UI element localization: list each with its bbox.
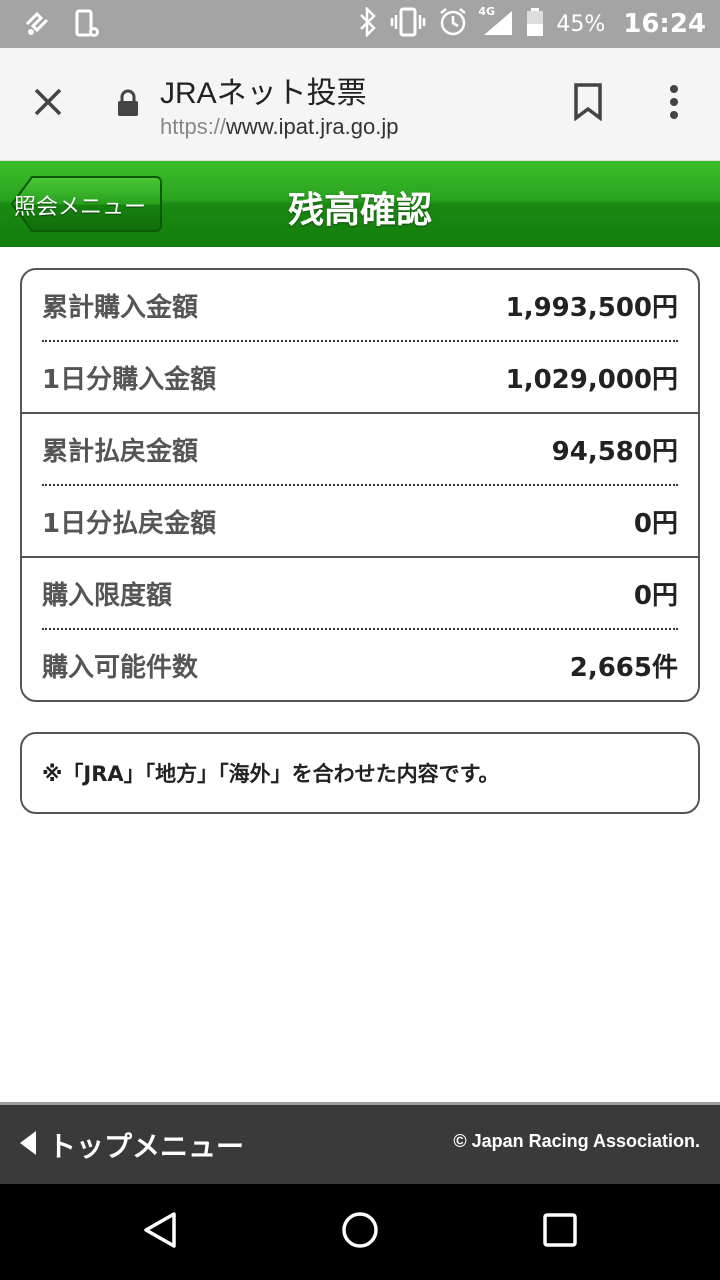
- recents-square-icon: [542, 1212, 578, 1252]
- site-url[interactable]: https://www.ipat.jra.go.jp: [160, 114, 398, 140]
- close-tab-button[interactable]: [24, 80, 72, 128]
- vibrate-icon: [390, 7, 426, 41]
- table-row: 購入限度額 0円: [42, 558, 678, 628]
- copyright: © Japan Racing Association.: [453, 1131, 700, 1151]
- network-type-label: 4G: [478, 5, 496, 18]
- top-menu-link[interactable]: トップメニュー: [18, 1125, 244, 1165]
- row-value: 0円: [633, 508, 678, 539]
- alarm-icon: [438, 7, 468, 41]
- row-label: 累計払戻金額: [42, 436, 199, 467]
- nav-recents-button[interactable]: [536, 1208, 584, 1256]
- row-label: 1日分購入金額: [42, 364, 217, 395]
- back-triangle-icon: [140, 1210, 180, 1254]
- top-menu-label: トップメニュー: [48, 1130, 245, 1163]
- purchase-group: 累計購入金額 1,993,500円 1日分購入金額 1,029,000円: [22, 270, 698, 412]
- overflow-menu-button[interactable]: [654, 82, 694, 126]
- app-notification-icon: [22, 8, 52, 40]
- battery-icon: [526, 7, 544, 41]
- row-value: 2,665件: [569, 652, 678, 683]
- nav-home-button[interactable]: [336, 1208, 384, 1256]
- site-title[interactable]: JRAネット投票: [160, 68, 367, 112]
- lock-icon: [116, 88, 140, 120]
- row-value: 0円: [633, 580, 678, 611]
- close-icon: [33, 87, 63, 121]
- battery-percent: 45%: [556, 11, 606, 37]
- table-row: 累計購入金額 1,993,500円: [42, 270, 678, 340]
- url-host: www.ipat.jra.go.jp: [226, 114, 399, 139]
- page-title: 残高確認: [287, 190, 432, 231]
- row-label: 購入可能件数: [42, 652, 199, 683]
- table-row: 1日分払戻金額 0円: [42, 484, 678, 556]
- browser-toolbar: JRAネット投票 https://www.ipat.jra.go.jp: [0, 48, 720, 161]
- note-box: ※「JRA」「地方」「海外」を合わせた内容です。: [20, 732, 700, 814]
- row-label: 累計購入金額: [42, 292, 199, 323]
- footer: トップメニュー © Japan Racing Association.: [0, 1102, 720, 1187]
- row-value: 94,580円: [551, 436, 678, 467]
- triangle-left-icon: [18, 1129, 38, 1161]
- home-circle-icon: [340, 1210, 380, 1254]
- table-row: 累計払戻金額 94,580円: [42, 414, 678, 484]
- table-row: 購入可能件数 2,665件: [42, 628, 678, 700]
- note-text: ※「JRA」「地方」「海外」を合わせた内容です。: [42, 762, 500, 786]
- nav-back-button[interactable]: [136, 1208, 184, 1256]
- clock: 16:24: [623, 9, 706, 39]
- system-nav-bar: [0, 1184, 720, 1280]
- row-label: 1日分払戻金額: [42, 508, 217, 539]
- row-label: 購入限度額: [42, 580, 173, 611]
- balance-table: 累計購入金額 1,993,500円 1日分購入金額 1,029,000円 累計払…: [20, 268, 700, 702]
- signal-icon: 4G: [478, 5, 514, 41]
- url-scheme: https://: [160, 114, 227, 139]
- table-row: 1日分購入金額 1,029,000円: [42, 340, 678, 412]
- row-value: 1,993,500円: [505, 292, 678, 323]
- device-settings-icon: [72, 8, 102, 40]
- row-value: 1,029,000円: [505, 364, 678, 395]
- limit-group: 購入限度額 0円 購入可能件数 2,665件: [22, 556, 698, 700]
- payout-group: 累計払戻金額 94,580円 1日分払戻金額 0円: [22, 412, 698, 556]
- bookmark-button[interactable]: [568, 82, 608, 126]
- more-vert-icon: [669, 84, 679, 124]
- page-header: 照会メニュー 残高確認: [0, 161, 720, 247]
- bluetooth-icon: [358, 5, 378, 41]
- bookmark-icon: [573, 83, 603, 125]
- status-bar: 4G 45% 16:24: [0, 0, 720, 48]
